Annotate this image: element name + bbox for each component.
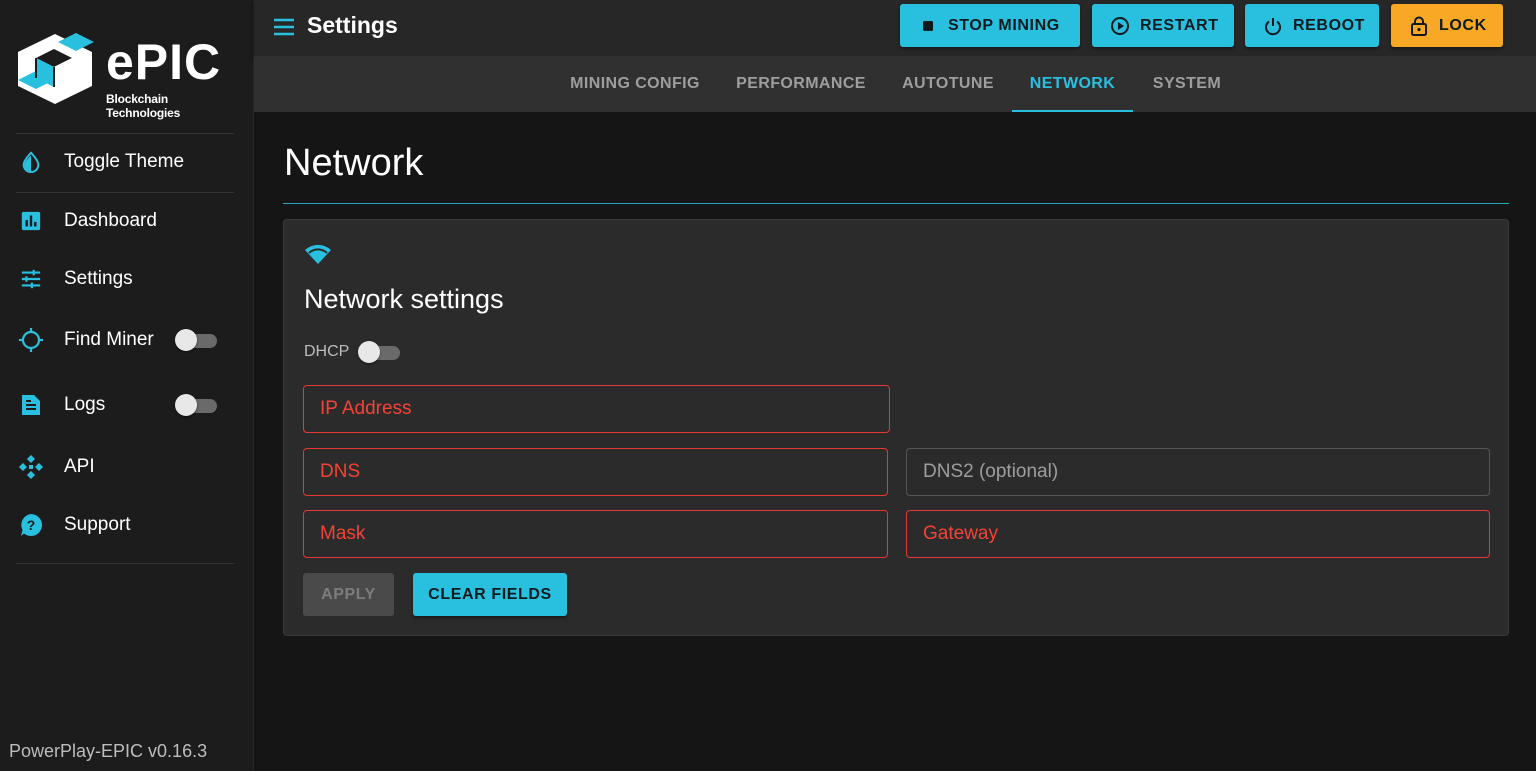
version-label: PowerPlay-EPIC v0.16.3 xyxy=(9,741,208,761)
sidebar-item-label: Settings xyxy=(64,268,133,289)
mask-field[interactable]: Mask xyxy=(303,510,888,558)
sidebar-item-label: Dashboard xyxy=(64,210,157,231)
reboot-label: REBOOT xyxy=(1293,16,1366,34)
page-title: Network xyxy=(284,142,424,184)
logs-toggle[interactable] xyxy=(175,393,221,417)
network-settings-card: Network settings DHCP IP Address DNS DNS… xyxy=(283,219,1509,636)
top-app-bar: Settings STOP MINING RESTART REBOOT LOCK xyxy=(254,0,1536,56)
sidebar-item-label: Logs xyxy=(64,394,106,415)
dhcp-toggle[interactable] xyxy=(358,340,404,364)
restart-button[interactable]: RESTART xyxy=(1092,4,1234,47)
sidebar-item-support[interactable]: ? Support xyxy=(0,500,254,550)
dns-field[interactable]: DNS xyxy=(303,448,888,496)
crosshair-icon xyxy=(18,327,44,353)
lock-icon xyxy=(1409,16,1429,36)
lock-label: LOCK xyxy=(1439,16,1487,34)
toggle-thumb xyxy=(175,329,197,351)
gateway-field[interactable]: Gateway xyxy=(906,510,1490,558)
card-title: Network settings xyxy=(304,284,504,314)
svg-text:?: ? xyxy=(27,517,36,533)
bar-chart-icon xyxy=(18,208,44,234)
document-icon xyxy=(18,392,44,418)
restart-label: RESTART xyxy=(1140,16,1219,34)
stop-mining-label: STOP MINING xyxy=(948,16,1060,34)
sidebar-divider xyxy=(16,133,234,134)
sidebar-divider xyxy=(16,192,234,193)
sidebar-item-dashboard[interactable]: Dashboard xyxy=(0,196,254,246)
play-circle-icon xyxy=(1110,16,1130,36)
settings-tab-bar: MINING CONFIG PERFORMANCE AUTOTUNE NETWO… xyxy=(254,56,1536,112)
sidebar-item-find-miner[interactable]: Find Miner xyxy=(0,315,254,365)
epic-cube-icon xyxy=(18,33,94,104)
tab-system[interactable]: SYSTEM xyxy=(1140,56,1234,112)
dhcp-label: DHCP xyxy=(304,343,350,360)
stop-mining-button[interactable]: STOP MINING xyxy=(900,4,1080,47)
lock-button[interactable]: LOCK xyxy=(1391,4,1503,47)
ip-address-field[interactable]: IP Address xyxy=(303,385,890,433)
theme-drop-icon xyxy=(18,149,44,175)
power-icon xyxy=(1263,16,1283,36)
sidebar-item-label: Toggle Theme xyxy=(64,151,185,172)
sidebar-item-label: Find Miner xyxy=(64,329,154,350)
hamburger-menu-icon[interactable] xyxy=(272,15,296,39)
clear-fields-button[interactable]: CLEAR FIELDS xyxy=(413,573,567,616)
find-miner-toggle[interactable] xyxy=(175,328,221,352)
sidebar-divider xyxy=(16,563,234,564)
tune-sliders-icon xyxy=(18,266,44,292)
sidebar: ePIC Blockchain Technologies Toggle Them… xyxy=(0,0,254,771)
sidebar-item-label: API xyxy=(64,456,95,477)
sidebar-item-toggle-theme[interactable]: Toggle Theme xyxy=(0,137,254,187)
title-divider xyxy=(283,203,1509,204)
api-diamond-icon xyxy=(18,454,44,480)
sidebar-item-label: Support xyxy=(64,514,131,535)
toggle-thumb xyxy=(358,341,380,363)
toggle-thumb xyxy=(175,394,197,416)
sidebar-item-api[interactable]: API xyxy=(0,442,254,492)
sidebar-item-logs[interactable]: Logs xyxy=(0,380,254,430)
reboot-button[interactable]: REBOOT xyxy=(1245,4,1379,47)
tab-autotune[interactable]: AUTOTUNE xyxy=(888,56,1008,112)
tab-mining-config[interactable]: MINING CONFIG xyxy=(552,56,718,112)
logo-tagline: Blockchain Technologies xyxy=(106,92,181,120)
stop-icon xyxy=(918,16,938,36)
tab-performance[interactable]: PERFORMANCE xyxy=(724,56,878,112)
apply-button[interactable]: APPLY xyxy=(303,573,394,616)
epic-logo[interactable]: ePIC Blockchain Technologies xyxy=(14,30,244,120)
dns2-field[interactable]: DNS2 (optional) xyxy=(906,448,1490,496)
help-circle-icon: ? xyxy=(18,512,44,538)
logo-wordmark: ePIC xyxy=(106,34,222,90)
wifi-icon xyxy=(305,244,331,264)
page-section-title: Settings xyxy=(307,12,398,38)
sidebar-item-settings[interactable]: Settings xyxy=(0,254,254,304)
tab-network[interactable]: NETWORK xyxy=(1012,56,1133,112)
